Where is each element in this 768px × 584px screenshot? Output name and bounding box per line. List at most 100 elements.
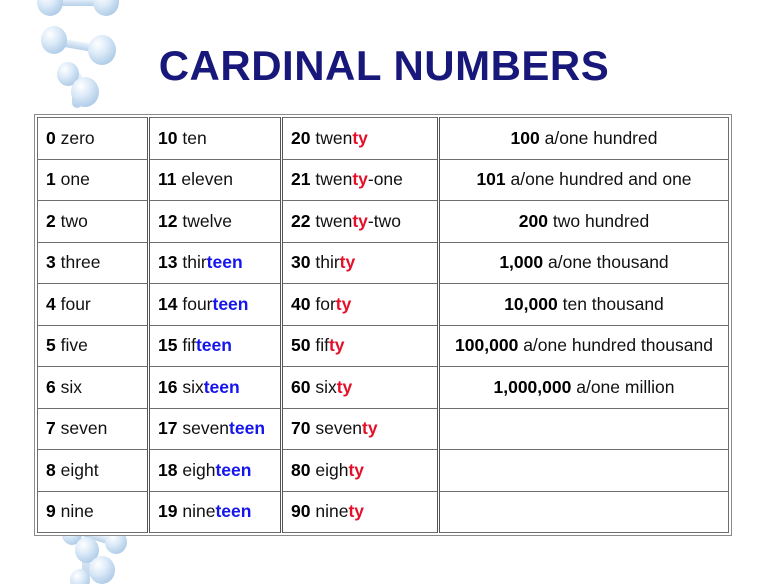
table-cell-empty (437, 407, 729, 450)
cell-number: 15 (158, 335, 178, 356)
cell-number: 5 (46, 335, 56, 356)
cell-word-stem: five (60, 335, 88, 356)
table-cell: 20 twenty (280, 117, 439, 160)
table-cell: 11 eleven (147, 158, 282, 201)
cell-number: 18 (158, 459, 178, 480)
cell-number: 8 (46, 459, 56, 480)
table-cell-empty (437, 490, 729, 533)
cell-word-stem: thir (315, 252, 340, 273)
table-cell: 40 forty (280, 283, 439, 326)
table-cell: 16 sixteen (147, 366, 282, 409)
cell-word-suffix-ty: ty (348, 501, 364, 522)
cell-number: 0 (46, 127, 56, 148)
cell-number: 100,000 (455, 335, 519, 356)
table-cell: 100,000 a/one hundred thousand (437, 324, 729, 367)
cell-word-stem: eight (60, 459, 99, 480)
table-row: 6 six 16 sixteen 60 sixty 1,000,000 a/one m… (37, 366, 729, 409)
table-cell: 3 three (37, 241, 149, 284)
cell-word-suffix-ty: ty (336, 376, 353, 397)
cell-word-suffix-ty: ty (352, 127, 368, 148)
cell-word-stem: fif (315, 335, 329, 356)
cell-word-suffix-teen: teen (215, 459, 252, 480)
table-cell: 14 fourteen (147, 283, 282, 326)
cell-number: 1,000,000 (493, 376, 572, 397)
table-cell: 1,000,000 a/one million (437, 366, 729, 409)
cell-number: 7 (46, 418, 56, 439)
cell-word-stem: eigh (182, 459, 216, 480)
table-cell: 1,000 a/one thousand (437, 241, 729, 284)
cell-word-stem: a/one thousand (548, 252, 669, 273)
cell-word-stem: one (60, 169, 90, 190)
cell-word-stem: seven (182, 418, 230, 439)
cell-word-stem: four (182, 293, 213, 314)
cell-word-suffix-teen: teen (195, 335, 232, 356)
cell-number: 50 (291, 335, 311, 356)
cell-word-stem: a/one million (576, 376, 675, 397)
table-cell: 50 fifty (280, 324, 439, 367)
cell-number: 101 (476, 169, 506, 190)
table-cell: 60 sixty (280, 366, 439, 409)
cell-number: 90 (291, 501, 311, 522)
table-cell-empty (437, 449, 729, 492)
cell-number: 16 (158, 376, 178, 397)
cell-number: 11 (158, 169, 177, 190)
cell-number: 40 (291, 293, 311, 314)
table-row: 8 eight 18 eighteen 80 eighty (37, 449, 729, 492)
table-cell: 1 one (37, 158, 149, 201)
cell-number: 10 (158, 127, 178, 148)
table-row: 4 four 14 fourteen 40 forty 10,000 ten thou… (37, 283, 729, 326)
table-cell: 17 seventeen (147, 407, 282, 450)
cell-word-stem: eleven (181, 169, 233, 190)
cell-word-stem: twen (315, 210, 353, 231)
cell-number: 3 (46, 252, 56, 273)
cell-number: 10,000 (504, 293, 558, 314)
table-cell: 70 seventy (280, 407, 439, 450)
cardinal-numbers-table: 0 zero 10 ten 20 twenty 100 a/one hundred 1 … (37, 117, 729, 533)
cell-number: 4 (46, 293, 56, 314)
table-row: 7 seven 17 seventeen 70 seventy (37, 407, 729, 450)
table-cell: 15 fifteen (147, 324, 282, 367)
cell-word-stem: twen (315, 127, 353, 148)
cell-word-stem: eigh (315, 459, 349, 480)
table-cell: 100 a/one hundred (437, 117, 729, 160)
table-cell: 12 twelve (147, 200, 282, 243)
cell-word-suffix-ty: ty (335, 293, 352, 314)
cell-number: 1,000 (499, 252, 544, 273)
table-cell: 18 eighteen (147, 449, 282, 492)
cell-number: 12 (158, 210, 178, 231)
cell-word-stem: twelve (182, 210, 232, 231)
cell-word-stem: four (60, 293, 91, 314)
cell-word-stem: nine (60, 501, 94, 522)
table-row: 1 one 11 eleven 21 twenty-one 101 a/one hun… (37, 158, 729, 201)
cell-number: 20 (291, 127, 311, 148)
cell-number: 100 (510, 127, 540, 148)
table-cell: 13 thirteen (147, 241, 282, 284)
table-cell: 9 nine (37, 490, 149, 533)
cell-number: 19 (158, 501, 178, 522)
table-cell: 5 five (37, 324, 149, 367)
cell-word-stem: six (315, 376, 337, 397)
cell-number: 70 (291, 418, 311, 439)
table-row: 5 five 15 fifteen 50 fifty 100,000 a/one hu… (37, 324, 729, 367)
cell-number: 1 (46, 169, 56, 190)
cell-word-stem: ten (182, 127, 207, 148)
cell-word-stem: a/one hundred (544, 127, 658, 148)
cell-word-suffix-ty: ty (348, 459, 364, 480)
cell-word-suffix-teen: teen (229, 418, 266, 439)
cell-word-stem: for (315, 293, 336, 314)
table-cell: 8 eight (37, 449, 149, 492)
table-row: 0 zero 10 ten 20 twenty 100 a/one hundred (37, 117, 729, 160)
cell-word-tail: -one (367, 169, 403, 190)
page-title: CARDINAL NUMBERS (158, 42, 610, 89)
cell-word-suffix-teen: teen (215, 501, 252, 522)
cell-word-stem: six (60, 376, 82, 397)
cell-number: 30 (291, 252, 311, 273)
cell-number: 60 (291, 376, 311, 397)
table-body: 0 zero 10 ten 20 twenty 100 a/one hundred 1 … (37, 117, 729, 533)
cell-word-stem: ten thousand (562, 293, 664, 314)
cardinal-numbers-table-container: 0 zero 10 ten 20 twenty 100 a/one hundred 1 … (34, 114, 732, 536)
cell-number: 13 (158, 252, 178, 273)
cell-word-tail: -two (367, 210, 401, 231)
cell-number: 17 (158, 418, 178, 439)
table-cell: 80 eighty (280, 449, 439, 492)
